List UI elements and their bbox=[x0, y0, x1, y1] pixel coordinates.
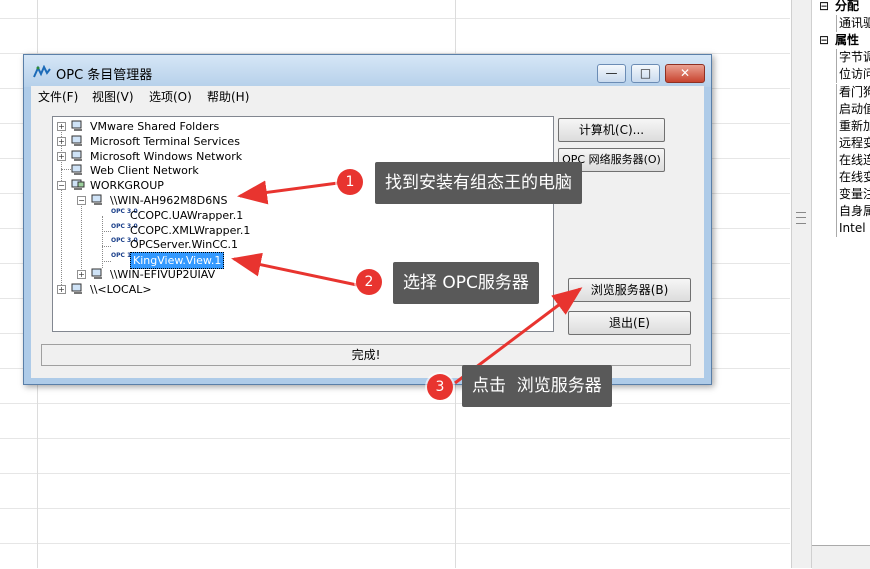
step-badge-1: 1 bbox=[337, 169, 363, 195]
callout-1: 找到安装有组态王的电脑 bbox=[375, 162, 582, 204]
callout-3: 点击 浏览服务器 bbox=[462, 365, 612, 407]
step-badge-3: 3 bbox=[427, 374, 453, 400]
step-badge-2: 2 bbox=[356, 269, 382, 295]
arrow-to-computer bbox=[237, 180, 339, 205]
arrow-to-kingview bbox=[231, 252, 358, 287]
callout-2: 选择 OPC服务器 bbox=[393, 262, 539, 304]
